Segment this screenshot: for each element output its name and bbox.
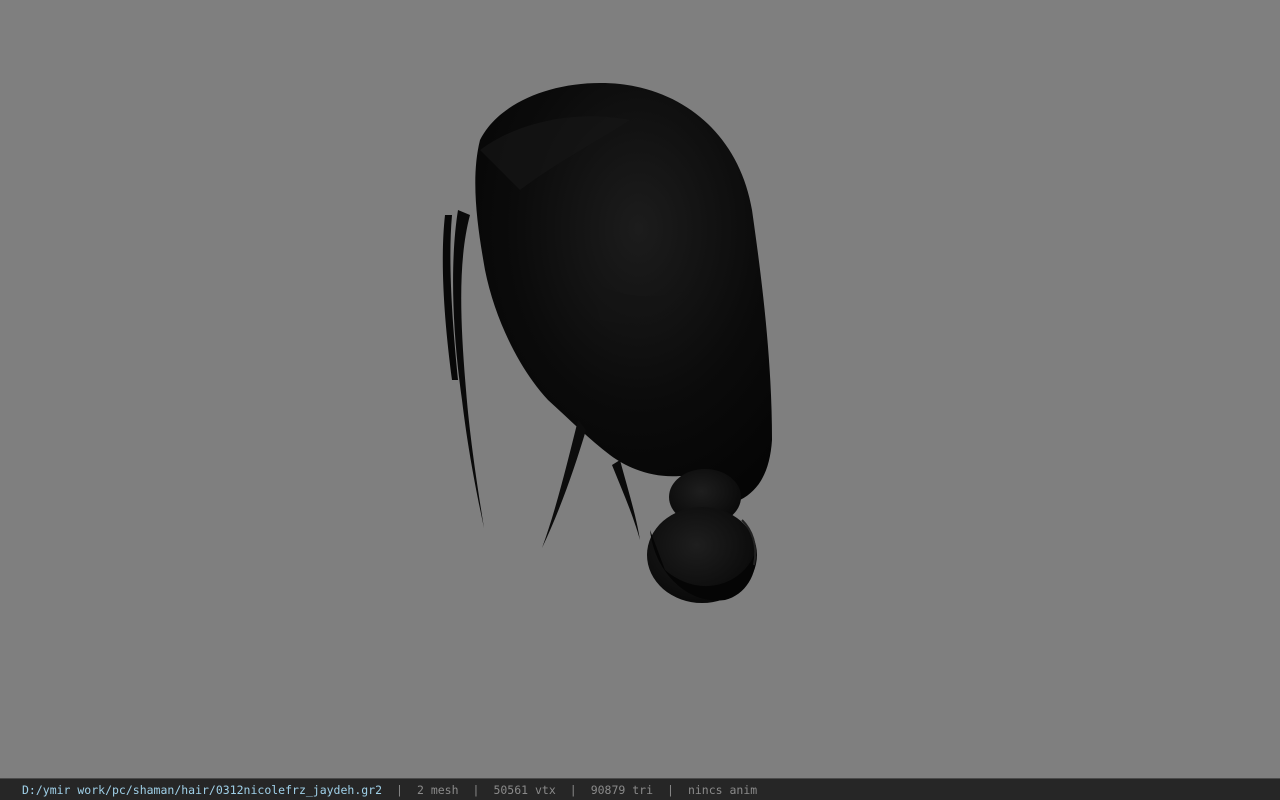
anim-status: nincs anim <box>687 782 758 797</box>
triangle-count: 90879 tri <box>590 782 654 797</box>
separator: | <box>396 782 403 797</box>
3d-viewport[interactable] <box>0 0 1280 778</box>
hair-mesh-icon[interactable] <box>0 0 1280 778</box>
status-bar: D:/ymir work/pc/shaman/hair/0312nicolefr… <box>0 778 1280 800</box>
separator: | <box>667 782 674 797</box>
vertex-count: 50561 vtx <box>493 782 556 797</box>
separator: | <box>472 782 480 797</box>
file-path: D:/ymir work/pc/shaman/hair/0312nicolefr… <box>22 782 383 797</box>
separator: | <box>569 782 577 797</box>
mesh-count: 2 mesh <box>416 782 459 797</box>
